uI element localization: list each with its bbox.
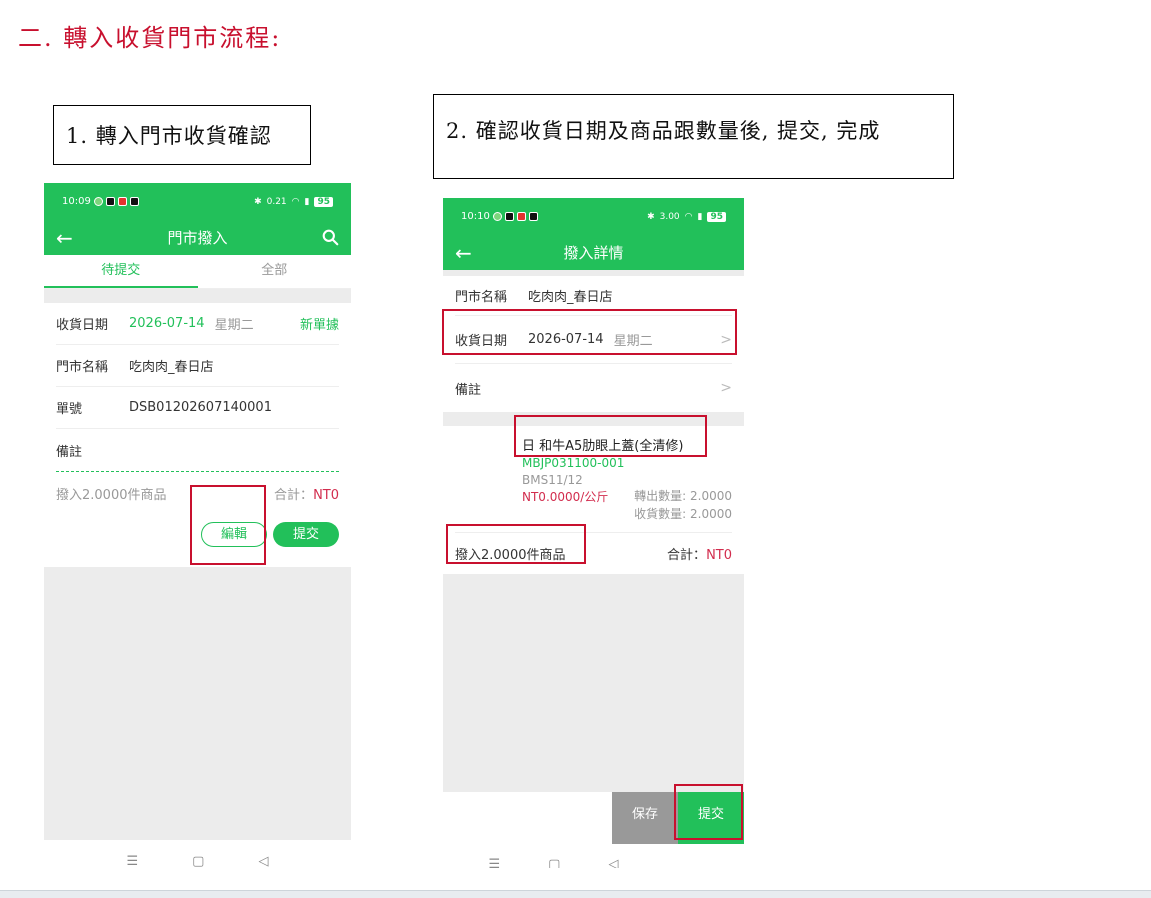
- signal-icon: ▮: [697, 211, 703, 222]
- back-arrow-icon[interactable]: ←: [56, 228, 73, 248]
- app-icon: [528, 212, 538, 221]
- wifi-icon: ◠: [684, 211, 693, 222]
- transfer-out-qty: 轉出數量: 2.0000: [634, 489, 732, 503]
- store-name-value: 吃肉肉_春日店: [129, 360, 214, 375]
- summary-row: 撥入2.0000件商品 合計：NT0: [455, 532, 732, 574]
- summary-row: 撥入2.0000件商品 合計：NT0: [56, 472, 339, 514]
- phone-store-transfer-list: 10:09 ✱ 0.21 ◠ ▮ 95 ← 門市撥入 待提交 全部 收貨日期 2…: [44, 183, 351, 873]
- receive-date-value: 2026-07-14: [129, 316, 205, 331]
- app-icon: [105, 197, 115, 206]
- edit-button[interactable]: 編輯: [201, 521, 267, 547]
- app-bar: ← 門市撥入: [44, 220, 351, 255]
- notification-icon: [93, 197, 103, 206]
- total-label: 合計：: [667, 548, 707, 563]
- bluetooth-icon: ✱: [647, 211, 655, 222]
- total-value: NT0: [706, 548, 732, 563]
- submit-button[interactable]: 提交: [273, 521, 339, 547]
- menu-nav-icon[interactable]: ☰: [127, 854, 139, 869]
- app-icon: [117, 197, 127, 206]
- window-bottom-edge: [0, 890, 1151, 898]
- app-icon: [504, 212, 514, 221]
- total-value: NT0: [313, 487, 339, 503]
- store-name-row: 門市名稱 吃肉肉_春日店: [56, 345, 339, 387]
- item-count: 撥入2.0000件商品: [56, 487, 167, 503]
- product-name: 日 和牛A5肋眼上蓋(全清修): [522, 439, 684, 454]
- menu-nav-icon[interactable]: ☰: [489, 857, 501, 869]
- step2-caption: 2. 確認收貨日期及商品跟數量後, 提交, 完成: [433, 94, 954, 179]
- weekday: 星期二: [214, 318, 254, 333]
- store-name-row: 門市名稱 吃肉肉_春日店: [455, 276, 732, 316]
- remark-label: 備註: [56, 444, 83, 460]
- save-button[interactable]: 保存: [612, 792, 678, 844]
- item-count: 撥入2.0000件商品: [455, 548, 566, 563]
- step1-caption-text: 1. 轉入門市收貨確認: [66, 124, 272, 148]
- store-name-label: 門市名稱: [56, 360, 109, 375]
- section-gap: [44, 289, 351, 303]
- submit-button[interactable]: 提交: [678, 792, 744, 844]
- network-speed: 3.00: [659, 211, 680, 222]
- tab-bar: 待提交 全部: [44, 255, 351, 289]
- system-nav-bar: ☰ ▢ ◁: [44, 840, 351, 873]
- step2-caption-text: 2. 確認收貨日期及商品跟數量後, 提交, 完成: [446, 119, 881, 143]
- remark-label: 備註: [455, 382, 482, 398]
- back-nav-icon[interactable]: ◁: [608, 857, 618, 869]
- received-qty: 收貨數量: 2.0000: [634, 507, 732, 521]
- wifi-icon: ◠: [291, 196, 300, 207]
- chevron-right-icon: >: [720, 380, 732, 396]
- battery-level: 95: [314, 196, 333, 207]
- back-arrow-icon[interactable]: ←: [455, 243, 472, 263]
- page-heading: 二. 轉入收貨門市流程:: [18, 24, 282, 52]
- home-nav-icon[interactable]: ▢: [192, 854, 204, 869]
- bluetooth-icon: ✱: [254, 196, 262, 207]
- receive-date-label: 收貨日期: [455, 334, 508, 349]
- app-bar: ← 撥入詳情: [443, 235, 744, 270]
- step1-caption: 1. 轉入門市收貨確認: [53, 105, 311, 165]
- order-number-label: 單號: [56, 402, 83, 417]
- battery-level: 95: [707, 211, 726, 222]
- new-document-link[interactable]: 新單據: [300, 314, 339, 333]
- status-time: 10:10: [461, 211, 490, 222]
- order-number-row: 單號 DSB01202607140001: [56, 387, 339, 429]
- tab-pending[interactable]: 待提交: [44, 255, 198, 288]
- signal-icon: ▮: [304, 196, 310, 207]
- product-spec: BMS11/12: [522, 473, 583, 487]
- search-icon[interactable]: [322, 229, 339, 246]
- product-item[interactable]: 日 和牛A5肋眼上蓋(全清修) MBJP031100-001 BMS11/12 …: [443, 426, 744, 532]
- tab-all[interactable]: 全部: [198, 255, 352, 288]
- receive-date-row[interactable]: 收貨日期 2026-07-14 星期二 新單據: [56, 303, 339, 345]
- page-title: 門市撥入: [167, 229, 228, 247]
- notification-icon: [492, 212, 502, 221]
- section-gap: [443, 412, 744, 426]
- chevron-right-icon: >: [720, 331, 732, 348]
- empty-detail-area: [443, 574, 744, 792]
- receive-date-label: 收貨日期: [56, 318, 109, 333]
- status-bar: 10:10 ✱ 3.00 ◠ ▮ 95: [443, 198, 744, 235]
- order-number-value: DSB01202607140001: [129, 400, 272, 415]
- app-icon: [129, 197, 139, 206]
- phone-transfer-detail: 10:10 ✱ 3.00 ◠ ▮ 95 ← 撥入詳情 門市名稱 吃肉肉_春日店 …: [443, 198, 744, 868]
- receive-date-row[interactable]: 收貨日期 2026-07-14 星期二 >: [455, 316, 732, 364]
- store-name-value: 吃肉肉_春日店: [528, 290, 613, 305]
- status-time: 10:09: [62, 196, 91, 207]
- product-code: MBJP031100-001: [522, 456, 625, 470]
- empty-list-area: [44, 567, 351, 840]
- status-bar: 10:09 ✱ 0.21 ◠ ▮ 95: [44, 183, 351, 220]
- weekday: 星期二: [613, 334, 653, 349]
- receive-date-value: 2026-07-14: [528, 332, 604, 347]
- remark-row[interactable]: 備註 >: [455, 364, 732, 412]
- network-speed: 0.21: [266, 196, 287, 207]
- home-nav-icon[interactable]: ▢: [548, 857, 560, 869]
- page-title: 撥入詳情: [563, 244, 624, 262]
- back-nav-icon[interactable]: ◁: [258, 854, 268, 869]
- total-label: 合計：: [274, 487, 314, 503]
- action-buttons: 編輯 提交: [44, 514, 351, 554]
- store-name-label: 門市名稱: [455, 290, 508, 305]
- system-nav-bar: ☰ ▢ ◁: [443, 844, 744, 868]
- footer-actions: 保存 提交: [443, 792, 744, 844]
- app-icon: [516, 212, 526, 221]
- remark-row: 備註: [56, 429, 339, 471]
